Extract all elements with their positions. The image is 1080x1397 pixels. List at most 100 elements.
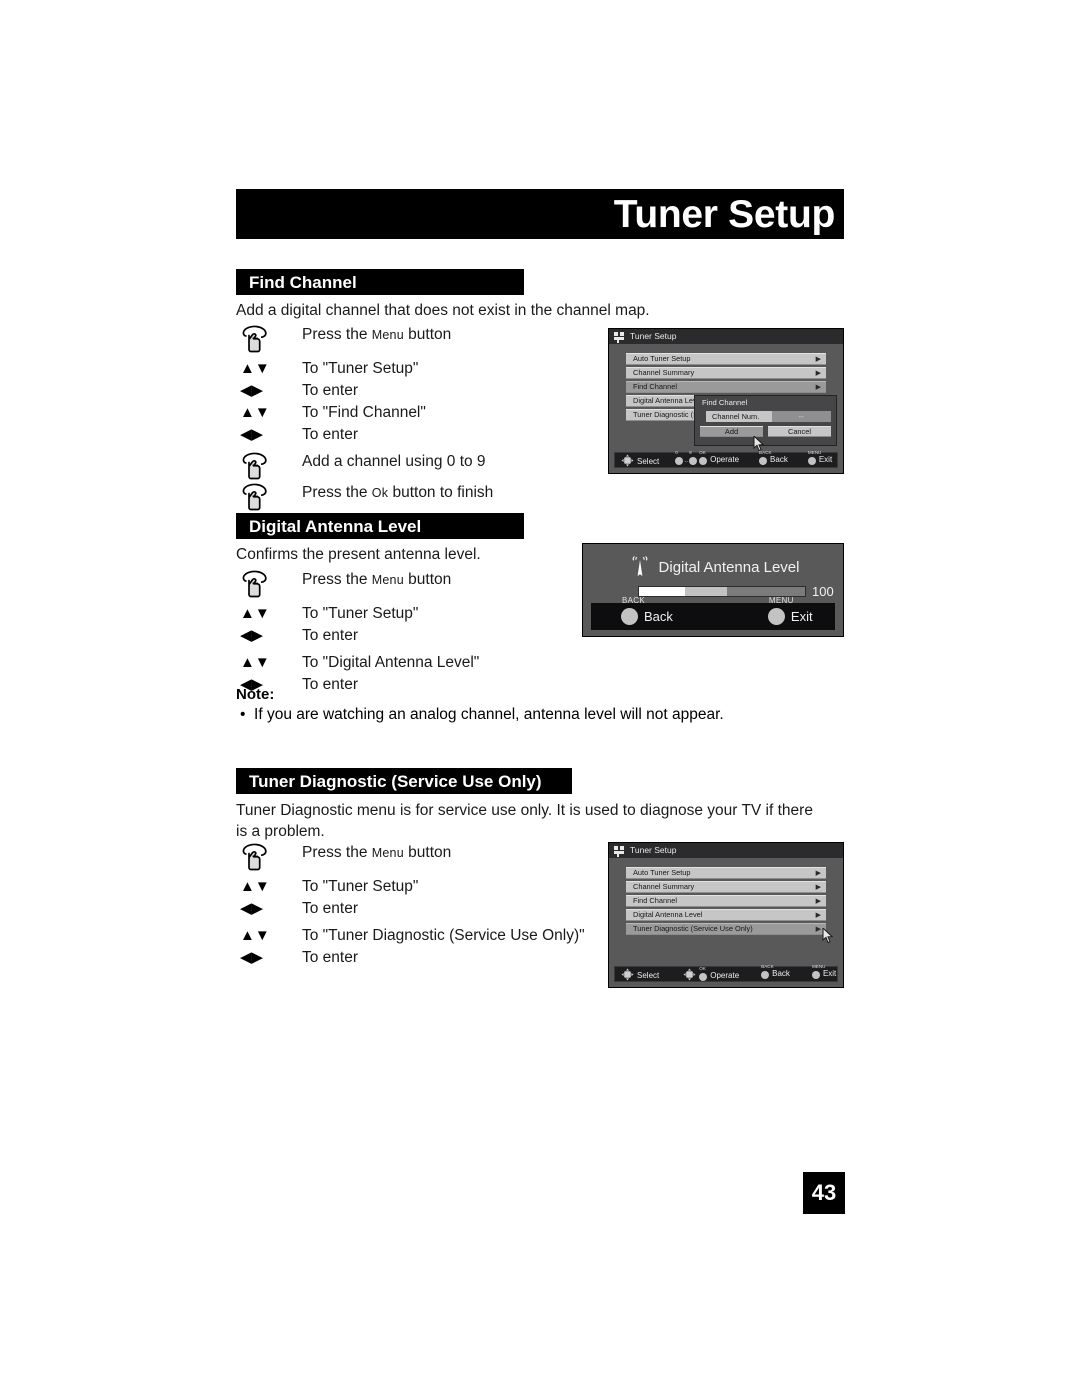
step-text: To enter <box>302 676 359 693</box>
find-channel-dialog: Find Channel Channel Num. -- Add Cancel <box>694 395 837 452</box>
left-right-arrows-icon: ◀▶ <box>240 382 264 399</box>
menu-item-find-channel[interactable]: Find Channel ▶ <box>626 381 826 393</box>
step-row: Press the Menu button <box>236 842 585 872</box>
chevron-right-icon: ▶ <box>815 383 821 391</box>
channel-num-value[interactable]: -- <box>771 410 831 422</box>
hand-press-icon <box>236 451 302 481</box>
channel-num-field[interactable]: Channel Num. -- <box>706 410 831 422</box>
menu-item-find-channel[interactable]: Find Channel ▶ <box>626 895 826 907</box>
chevron-right-icon: ▶ <box>815 869 821 877</box>
back-button[interactable] <box>759 456 768 465</box>
exit-button[interactable] <box>767 608 785 625</box>
ok-button[interactable] <box>699 972 708 981</box>
ok-cap: OK <box>699 449 706 455</box>
back-button[interactable] <box>621 608 638 625</box>
step-text: Press the Menu button <box>302 571 452 588</box>
find-channel-steps: Press the Menu button ▲▼ To "Tuner Setup… <box>236 324 493 512</box>
exit-button[interactable] <box>807 456 816 465</box>
menu-keycap: Menu <box>371 573 404 587</box>
dialog-title: Find Channel <box>702 398 748 407</box>
screenshot-antenna-level: Digital Antenna Level 100 BACK Back MENU… <box>582 543 844 637</box>
dpad-icon <box>683 968 696 981</box>
left-right-arrows-icon: ◀▶ <box>240 426 264 443</box>
menu-item-channel-summary[interactable]: Channel Summary ▶ <box>626 367 826 379</box>
step-row: Press the Menu button <box>236 324 493 354</box>
guide-operate-label: Operate <box>710 454 740 464</box>
step-row: ◀▶ To enter <box>236 380 493 402</box>
step-text: Press the Menu button <box>302 844 452 861</box>
dialog-buttons: Add Cancel <box>700 425 831 437</box>
number-buttons-group: 0 .. 9 OK <box>675 450 708 465</box>
note-bullet-text: If you are watching an analog channel, a… <box>254 706 724 723</box>
exit-button[interactable] <box>811 970 820 979</box>
step-text: To "Tuner Setup" <box>302 878 419 895</box>
num-high-button[interactable] <box>689 456 698 465</box>
guide-exit: MENU Exit <box>811 964 837 979</box>
ok-button[interactable] <box>699 456 708 465</box>
meter-segment-1 <box>639 587 686 596</box>
guide-operate-label: Operate <box>710 970 740 980</box>
num-low-button[interactable] <box>675 456 684 465</box>
left-right-arrows-icon: ◀▶ <box>240 627 264 644</box>
back-cap: BACK <box>761 963 774 969</box>
step-text: To enter <box>302 949 359 966</box>
menu-item-auto-tuner-setup[interactable]: Auto Tuner Setup ▶ <box>626 353 826 365</box>
menu-item-label: Channel Summary <box>633 368 695 378</box>
chevron-right-icon: ▶ <box>815 925 821 933</box>
antenna-guide-bar: BACK Back MENU Exit <box>591 597 835 630</box>
step-row: ◀▶ To enter <box>236 947 585 969</box>
bullet-icon: • <box>240 706 255 723</box>
guide-back: BACK Back <box>761 964 790 979</box>
step-row: ▲▼ To "Find Channel" <box>236 402 493 424</box>
step-text: To "Digital Antenna Level" <box>302 654 480 671</box>
back-cap: BACK <box>622 596 645 605</box>
menu-item-label: Auto Tuner Setup <box>633 354 691 364</box>
menu-cap: MENU <box>768 596 794 605</box>
menu-item-tuner-diagnostic[interactable]: Tuner Diagnostic (Service Use Only) ▶ <box>626 923 834 944</box>
back-button[interactable] <box>761 970 770 979</box>
step-text: Press the Menu button <box>302 326 452 343</box>
num-high-cap: 9 <box>689 449 692 455</box>
note-title: Note: <box>236 686 275 703</box>
page-number: 43 <box>803 1172 845 1214</box>
step-text: Press the Ok button to finish <box>302 484 494 501</box>
ok-cap: OK <box>699 965 706 971</box>
up-down-arrows-icon: ▲▼ <box>240 927 270 944</box>
guide-exit: MENU Exit <box>807 450 832 465</box>
num-low-cap: 0 <box>675 449 678 455</box>
ellipsis: .. <box>684 456 689 464</box>
guide-back: BACK Back <box>759 450 788 465</box>
step-row: Press the Menu button <box>236 569 479 599</box>
step-row: ▲▼ To "Tuner Setup" <box>236 358 493 380</box>
section-heading-label: Find Channel <box>249 272 357 292</box>
exit-label: Exit <box>790 609 813 624</box>
menu-item-auto-tuner-setup[interactable]: Auto Tuner Setup ▶ <box>626 867 826 879</box>
guide-exit-label: Exit <box>822 968 837 978</box>
antenna-level-title: Digital Antenna Level <box>658 558 800 576</box>
step-row: ◀▶ To enter <box>236 898 585 920</box>
chevron-right-icon: ▶ <box>815 897 821 905</box>
hand-press-icon <box>236 842 302 872</box>
ok-keycap: Ok <box>371 486 389 500</box>
step-text: To enter <box>302 900 359 917</box>
step-text: To "Tuner Setup" <box>302 605 419 622</box>
step-text: To enter <box>302 382 359 399</box>
menu-item-label: Digital Antenna Level <box>633 910 703 920</box>
chevron-right-icon: ▶ <box>815 355 821 363</box>
add-button[interactable]: Add <box>700 425 763 437</box>
tv-guide-bar: Select 0 .. 9 OK Operate BACK Back MENU … <box>614 450 838 468</box>
digital-antenna-intro: Confirms the present antenna level. <box>236 546 481 563</box>
menu-item-channel-summary[interactable]: Channel Summary ▶ <box>626 881 826 893</box>
step-text: Add a channel using 0 to 9 <box>302 453 486 470</box>
up-down-arrows-icon: ▲▼ <box>240 605 270 622</box>
step-row: ▲▼ To "Digital Antenna Level" <box>236 652 479 674</box>
guide-select: Select <box>621 968 659 981</box>
menu-item-digital-antenna-level[interactable]: Digital Antenna Level ▶ <box>626 909 826 921</box>
guide-operate: 0 .. 9 OK Operate <box>675 450 740 465</box>
back-cap: BACK <box>759 449 772 455</box>
step-row: ◀▶ To enter <box>236 625 479 647</box>
channel-num-label: Channel Num. <box>706 410 772 422</box>
left-right-arrows-icon: ◀▶ <box>240 900 264 917</box>
step-row: ▲▼ To "Tuner Diagnostic (Service Use Onl… <box>236 925 585 947</box>
cancel-button[interactable]: Cancel <box>768 425 831 437</box>
